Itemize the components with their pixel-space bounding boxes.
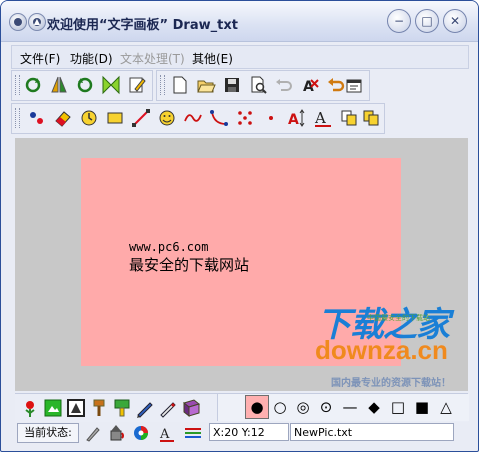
scatter-icon[interactable] bbox=[234, 107, 256, 129]
flower-icon[interactable] bbox=[19, 397, 41, 419]
shape-filled-square[interactable]: ■ bbox=[411, 396, 433, 418]
watermark-domain: downza.cn bbox=[315, 335, 448, 365]
menu-text-processing[interactable]: 文本处理(T) bbox=[120, 50, 185, 67]
svg-text:A: A bbox=[159, 427, 170, 442]
open-folder-icon[interactable] bbox=[195, 74, 217, 96]
flip-icon[interactable] bbox=[48, 74, 70, 96]
watermark-slogan: 国内最专业的资源下载站！ bbox=[331, 378, 451, 389]
menu-other[interactable]: 其他(E) bbox=[192, 50, 233, 67]
menu-bar: 文件(F) 功能(D) 文本处理(T) 其他(E) bbox=[11, 45, 469, 69]
paste-icon[interactable] bbox=[360, 107, 382, 129]
toolbar-file: A bbox=[156, 70, 370, 101]
shape-filled-diamond[interactable]: ◆ bbox=[363, 396, 385, 418]
new-file-icon[interactable] bbox=[169, 74, 191, 96]
font-status-icon: A bbox=[157, 423, 177, 443]
toolbar-grip[interactable] bbox=[15, 75, 20, 95]
drawing-canvas-area[interactable]: www.pc6.com 最安全的下载网站 下载之家 中国最安全的下载站 down… bbox=[15, 138, 468, 391]
app-window: ▲ 欢迎使用“文字画板” Draw_txt − □ ✕ 文件(F) 功能(D) … bbox=[0, 0, 479, 452]
points-icon[interactable] bbox=[26, 107, 48, 129]
book-icon[interactable] bbox=[180, 397, 202, 419]
maximize-button[interactable]: □ bbox=[415, 9, 439, 33]
rotate-icon[interactable] bbox=[22, 74, 44, 96]
brush-icon[interactable] bbox=[88, 397, 110, 419]
status-bar: 当前状态: A X:20 Y:12 NewPic.txt bbox=[15, 422, 468, 444]
svg-text:A: A bbox=[288, 112, 299, 128]
fill-icon[interactable] bbox=[111, 397, 133, 419]
properties-icon[interactable] bbox=[343, 74, 365, 96]
canvas-text-slogan: 最安全的下载网站 bbox=[129, 256, 250, 274]
copy-icon[interactable] bbox=[338, 107, 360, 129]
rectangle-icon[interactable] bbox=[104, 107, 126, 129]
smile-icon[interactable] bbox=[156, 107, 178, 129]
text-size-icon[interactable]: A bbox=[286, 107, 308, 129]
undo-disabled-icon[interactable] bbox=[273, 74, 295, 96]
status-coordinates: X:20 Y:12 bbox=[209, 423, 289, 441]
edit-icon[interactable] bbox=[126, 74, 148, 96]
eraser-icon[interactable] bbox=[52, 107, 74, 129]
menu-file[interactable]: 文件(F) bbox=[20, 50, 60, 67]
svg-text:A: A bbox=[314, 109, 326, 127]
marker-icon[interactable] bbox=[157, 397, 179, 419]
shape-dot-circle[interactable]: ⊙ bbox=[315, 396, 337, 418]
color-lines-status-icon bbox=[183, 423, 203, 443]
system-menu-icon[interactable] bbox=[9, 13, 27, 31]
watermark-tagline: 中国最安全的下载站 bbox=[367, 314, 430, 322]
canvas-text-url: www.pc6.com bbox=[129, 240, 209, 254]
bottom-toolbar: ● ○ ◎ ⊙ — ◆ □ ■ △ bbox=[15, 393, 469, 422]
frame-icon[interactable] bbox=[65, 397, 87, 419]
mirror-icon[interactable] bbox=[100, 74, 122, 96]
menu-function[interactable]: 功能(D) bbox=[70, 50, 113, 67]
status-filename: NewPic.txt bbox=[290, 423, 454, 441]
shape-palette: ● ○ ◎ ⊙ — ◆ □ ■ △ bbox=[217, 394, 469, 421]
shape-double-circle[interactable]: ◎ bbox=[292, 396, 314, 418]
save-icon[interactable] bbox=[221, 74, 243, 96]
print-preview-icon[interactable] bbox=[247, 74, 269, 96]
shape-hollow-square[interactable]: □ bbox=[387, 396, 409, 418]
dot-icon[interactable] bbox=[260, 107, 282, 129]
toolbar-grip[interactable] bbox=[15, 108, 20, 128]
pen-icon[interactable] bbox=[134, 397, 156, 419]
shape-triangle[interactable]: △ bbox=[435, 396, 457, 418]
status-label: 当前状态: bbox=[17, 423, 79, 443]
text-style-icon[interactable]: A bbox=[312, 107, 334, 129]
line-icon[interactable] bbox=[130, 107, 152, 129]
pen-status-icon bbox=[83, 423, 103, 443]
curve-icon[interactable] bbox=[182, 107, 204, 129]
toolbar-grip[interactable] bbox=[160, 75, 165, 95]
toolbar-draw: A A bbox=[11, 103, 385, 134]
shape-filled-circle[interactable]: ● bbox=[245, 395, 269, 419]
delete-text-icon[interactable]: A bbox=[299, 74, 321, 96]
color-wheel-status-icon bbox=[131, 423, 151, 443]
shape-hollow-circle[interactable]: ○ bbox=[269, 396, 291, 418]
close-button[interactable]: ✕ bbox=[443, 9, 467, 33]
shape-dash[interactable]: — bbox=[339, 396, 361, 418]
arc-icon[interactable] bbox=[208, 107, 230, 129]
minimize-button[interactable]: − bbox=[387, 9, 411, 33]
image-icon[interactable] bbox=[42, 397, 64, 419]
toolbar-main bbox=[11, 70, 153, 101]
title-bar[interactable]: ▲ 欢迎使用“文字画板” Draw_txt − □ ✕ bbox=[1, 1, 478, 42]
paint-bucket-status-icon bbox=[107, 423, 127, 443]
clock-icon[interactable] bbox=[78, 107, 100, 129]
rollup-icon[interactable]: ▲ bbox=[28, 13, 46, 31]
window-title: 欢迎使用“文字画板” Draw_txt bbox=[47, 18, 238, 33]
refresh-icon[interactable] bbox=[74, 74, 96, 96]
